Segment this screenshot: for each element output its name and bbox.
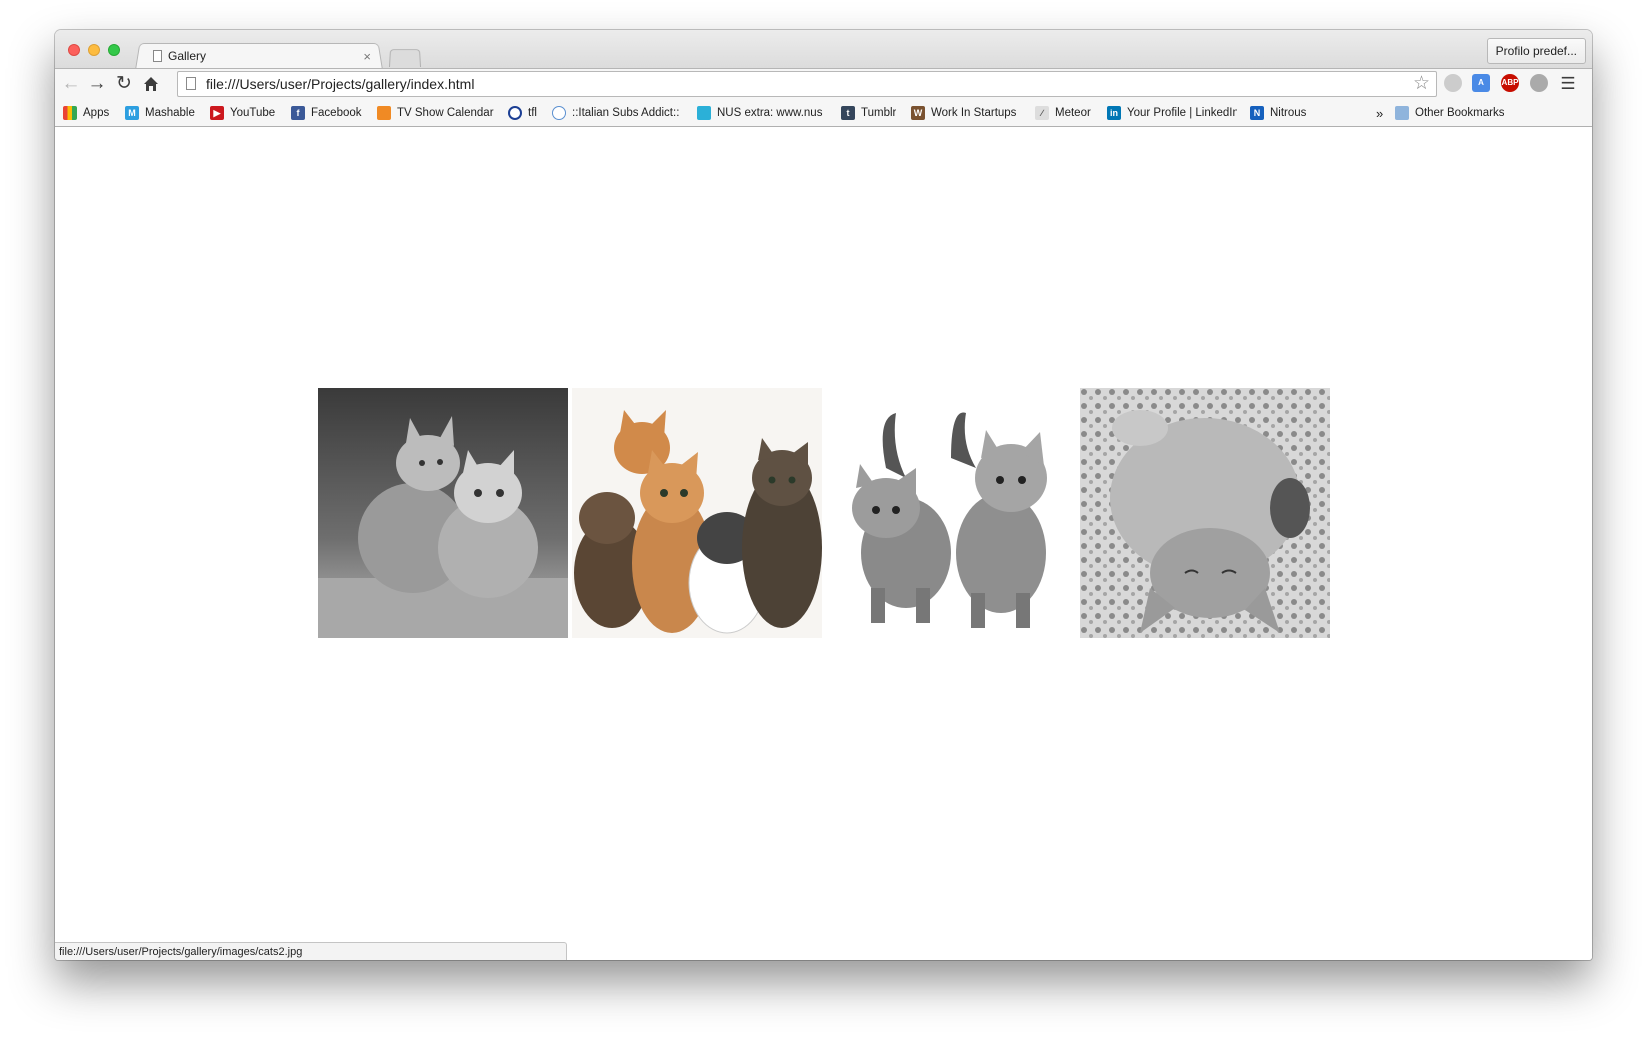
bookmark-label: tfl [528, 107, 537, 119]
forward-arrow-icon[interactable]: → [86, 73, 108, 95]
bookmark-linkedin[interactable]: in Your Profile | LinkedIn [1107, 104, 1237, 122]
page-icon [153, 50, 162, 62]
reload-icon[interactable]: ↻ [113, 73, 135, 95]
folder-icon [1395, 106, 1409, 120]
bookmark-meteor[interactable]: ∕ Meteor [1035, 104, 1091, 122]
linkedin-icon: in [1107, 106, 1121, 120]
cats-photo-4[interactable] [1080, 388, 1330, 638]
bookmark-label: Work In Startups [931, 107, 1017, 119]
bookmark-facebook[interactable]: f Facebook [291, 104, 362, 122]
italian-subs-icon [552, 106, 566, 120]
bookmark-apps[interactable]: Apps [63, 104, 109, 122]
cats-photo-3[interactable] [826, 388, 1076, 638]
tumblr-icon: t [841, 106, 855, 120]
url-text[interactable]: file:///Users/user/Projects/gallery/inde… [206, 75, 474, 93]
work-in-startups-icon: W [911, 106, 925, 120]
back-arrow-icon[interactable]: ← [60, 73, 82, 95]
nitrous-icon: N [1250, 106, 1264, 120]
bookmarks-overflow-button[interactable]: » [1376, 104, 1383, 122]
nus-extra-icon [697, 106, 711, 120]
adblock-plus-icon[interactable]: ABP [1501, 74, 1519, 92]
tab-title: Gallery [168, 49, 207, 63]
extension-download-icon[interactable] [1444, 74, 1462, 92]
title-bar: Gallery × Profilo predef... [55, 30, 1592, 70]
new-tab-button[interactable] [389, 49, 421, 67]
bookmark-label: Your Profile | LinkedIn [1127, 107, 1237, 119]
zoom-window-button[interactable] [108, 44, 120, 56]
bookmark-italian-subs[interactable]: ::Italian Subs Addict:: [552, 104, 692, 122]
mashable-icon: M [125, 106, 139, 120]
toolbar: ← → ↻ file:///Users/user/Projects/galler… [55, 68, 1592, 101]
page-content: file:///Users/user/Projects/gallery/imag… [55, 127, 1592, 960]
bookmark-nitrous[interactable]: N Nitrous [1250, 104, 1306, 122]
tab-close-icon[interactable]: × [363, 49, 371, 64]
bookmark-mashable[interactable]: M Mashable [125, 104, 195, 122]
bookmark-label: YouTube [230, 107, 276, 119]
translate-icon[interactable]: A [1472, 74, 1490, 92]
tfl-roundel-icon [508, 106, 522, 120]
bookmark-tfl[interactable]: tfl [508, 104, 537, 122]
bookmark-label: TV Show Calendar [397, 107, 494, 119]
bookmark-label: Meteor [1055, 107, 1091, 119]
apps-grid-icon [63, 106, 77, 120]
bookmark-label: Tumblr [861, 107, 897, 119]
home-icon[interactable] [140, 73, 162, 95]
bookmark-label: Nitrous [1270, 107, 1307, 119]
bookmark-label: Other Bookmarks [1415, 107, 1505, 119]
bookmarks-bar: Apps M Mashable ▶ YouTube f Facebook TV … [55, 100, 1592, 127]
extension-off-icon[interactable] [1530, 74, 1548, 92]
page-icon [186, 77, 196, 90]
bookmark-nus-extra[interactable]: NUS extra: www.nus [697, 104, 837, 122]
profile-button[interactable]: Profilo predef... [1486, 38, 1586, 64]
cats-photo-1[interactable] [318, 388, 568, 638]
bookmark-tumblr[interactable]: t Tumblr [841, 104, 896, 122]
bookmark-youtube[interactable]: ▶ YouTube [210, 104, 275, 122]
bookmark-label: Facebook [311, 107, 362, 119]
other-bookmarks-folder[interactable]: Other Bookmarks [1395, 104, 1504, 122]
address-bar[interactable]: file:///Users/user/Projects/gallery/inde… [177, 71, 1437, 97]
menu-icon[interactable]: ☰ [1557, 73, 1579, 95]
tab-content[interactable]: Gallery × [147, 44, 377, 68]
close-window-button[interactable] [68, 44, 80, 56]
facebook-icon: f [291, 106, 305, 120]
bookmark-label: NUS extra: www.nus [717, 107, 823, 119]
bookmark-tv-show-calendar[interactable]: TV Show Calendar [377, 104, 494, 122]
bookmark-label: Mashable [145, 107, 195, 119]
cats-photo-2[interactable] [572, 388, 822, 638]
bookmark-star-icon[interactable]: ☆ [1413, 73, 1430, 95]
tv-show-calendar-icon [377, 106, 391, 120]
bookmark-label: ::Italian Subs Addict:: [572, 107, 680, 119]
youtube-icon: ▶ [210, 106, 224, 120]
status-bar: file:///Users/user/Projects/gallery/imag… [55, 942, 567, 960]
minimize-window-button[interactable] [88, 44, 100, 56]
bookmark-work-in-startups[interactable]: W Work In Startups [911, 104, 1016, 122]
browser-window: Gallery × Profilo predef... ← → ↻ file:/… [55, 30, 1592, 960]
bookmark-label: Apps [83, 107, 110, 119]
meteor-icon: ∕ [1035, 106, 1049, 120]
